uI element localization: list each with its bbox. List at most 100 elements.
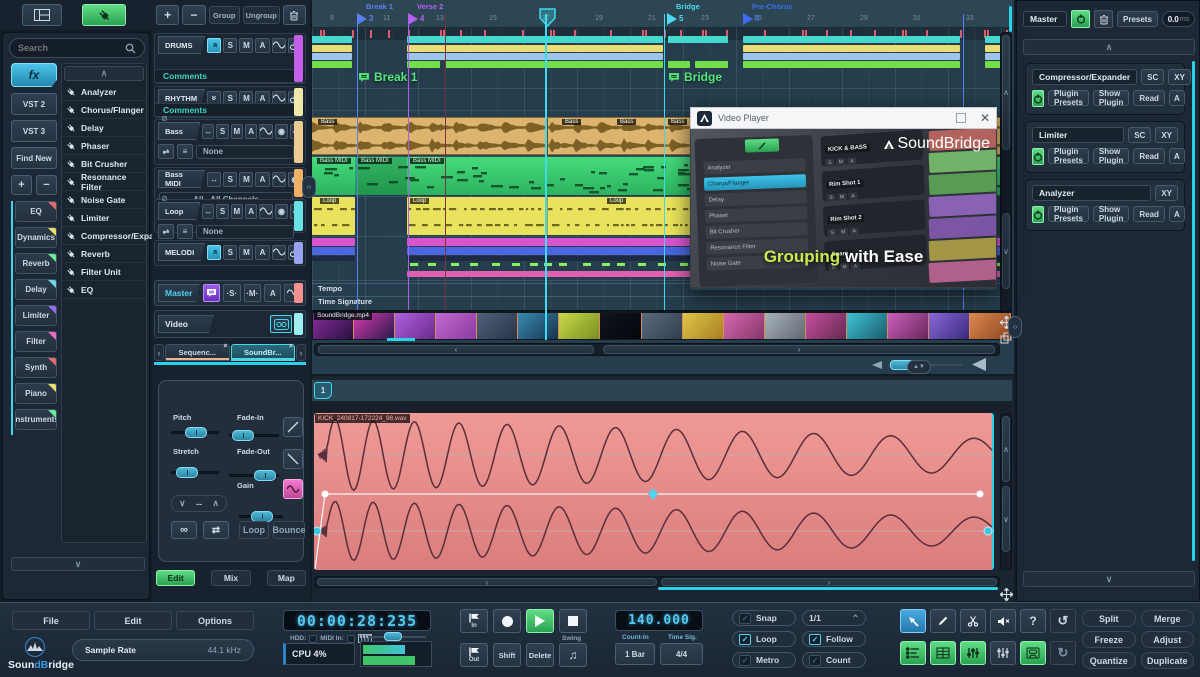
plugin-list-item[interactable]: Limiter [62, 209, 146, 227]
extend-icon[interactable]: ↔ [202, 204, 214, 219]
track-name[interactable]: DRUMS [158, 36, 205, 54]
action-merge[interactable]: Merge [1141, 610, 1195, 627]
plugin-list-item[interactable]: Bit Crusher [62, 155, 146, 173]
video-player-window[interactable]: Video Player ✕ AnalyzerChorus/FlangerDel… [690, 107, 997, 290]
mute-button[interactable]: M [239, 38, 253, 53]
grid-dropdown[interactable]: 1/1⌃ [802, 610, 866, 626]
channel-presets-button[interactable]: Presets [1117, 11, 1158, 27]
time-display[interactable]: 00:00:28:235 [283, 610, 431, 631]
time-sig-value[interactable]: 4/4 [660, 643, 703, 665]
tabs-scroll-right[interactable]: › [296, 344, 306, 361]
timeline-ruler[interactable]: 9111315171921232527293133Break 13Verse 2… [312, 0, 1012, 28]
fx-slot-analyzer[interactable]: AnalyzerXYPlugin PresetsShow PluginReadA [1025, 179, 1185, 231]
ungroup-button[interactable]: Ungroup [243, 6, 280, 24]
editor-hscroll-left[interactable]: ‹ [317, 578, 657, 586]
toggle-loop[interactable]: ✓Loop [732, 631, 796, 647]
track-header-melodi[interactable]: MELODI»SMA [154, 240, 306, 266]
read-automation-button[interactable]: Read [1133, 90, 1165, 106]
browser-button-vst-2[interactable]: VST 2 [11, 93, 57, 115]
fade-in-handle[interactable] [232, 430, 254, 441]
video-thumbnail[interactable] [559, 313, 600, 339]
close-icon[interactable]: ✕ [980, 111, 990, 125]
track-name[interactable]: MELODI [158, 243, 205, 261]
editor-vscrollbar[interactable]: ∧ ∨ [1000, 413, 1012, 570]
stretch-slider-handle[interactable] [176, 467, 198, 478]
redo-button[interactable]: ↻ [1050, 641, 1076, 665]
toggle-snap[interactable]: ✓Snap [732, 610, 796, 626]
plugin-list-item[interactable]: Delay [62, 119, 146, 137]
checkbox-snap[interactable]: ✓ [739, 613, 751, 624]
plugin-power-button[interactable] [1032, 148, 1044, 165]
fade-out-slider[interactable] [229, 474, 279, 477]
tempo-display[interactable]: 140.000 [615, 610, 703, 631]
browser-collapse-button[interactable]: ∨ [11, 557, 145, 571]
audio-clip[interactable]: KICK_240817-172224_98.wav [314, 413, 994, 570]
automation-a-button[interactable]: A [1169, 148, 1185, 164]
clip-segment[interactable] [668, 61, 690, 68]
io-menu-button[interactable]: ≡ [177, 144, 193, 159]
clip-segment[interactable] [445, 61, 663, 68]
curve-icon[interactable] [259, 124, 273, 139]
mute-button[interactable]: M [239, 172, 253, 187]
video-player-content[interactable]: AnalyzerChorus/FlangerDelayPhaserBit Cru… [690, 129, 997, 288]
action-adjust[interactable]: Adjust [1141, 631, 1195, 648]
editor-ruler[interactable]: 1 [312, 380, 1012, 402]
xy-button[interactable]: XY [1155, 127, 1178, 143]
video-thumbnail[interactable] [436, 313, 477, 339]
plugin-presets-button[interactable]: Plugin Presets [1048, 206, 1089, 222]
sample-rate-field[interactable]: Sample Rate 44.1 kHz [72, 639, 254, 661]
editor-vscroll-top[interactable]: ∧ [1002, 416, 1010, 482]
punch-out-button[interactable]: Out [460, 643, 488, 667]
view-tracklist-button[interactable] [900, 641, 926, 665]
group-button[interactable]: Group [209, 6, 240, 24]
clip-segment[interactable] [312, 61, 352, 68]
fx-plugin-name[interactable]: Analyzer [1032, 185, 1151, 201]
xy-button[interactable]: XY [1168, 69, 1191, 85]
read-automation-button[interactable]: Read [1133, 206, 1165, 222]
video-thumbnail[interactable] [477, 313, 518, 339]
channel-power-button[interactable] [1071, 10, 1090, 28]
midi-in-checkbox[interactable] [347, 635, 355, 643]
track-header-bass[interactable]: ⊘Bass↔SMA◉◀⇌≡None [154, 119, 306, 165]
automation-button[interactable]: A [255, 172, 269, 187]
left-divider-handle[interactable]: ‹› [302, 176, 316, 198]
track-name[interactable]: Loop [158, 202, 200, 220]
hscroll-segment-left[interactable]: ‹ [318, 345, 594, 354]
master-track-name[interactable]: Master [158, 284, 200, 302]
clip-segment[interactable] [312, 247, 355, 255]
toggle-metro[interactable]: ✓Metro [732, 652, 796, 668]
clip-segment[interactable] [695, 61, 728, 68]
tool-mute[interactable] [990, 609, 1016, 633]
plugin-list-item[interactable]: Compressor/Expande [62, 227, 146, 245]
plugin-list-item[interactable]: Filter Unit [62, 263, 146, 281]
checkbox-metro[interactable]: ✓ [739, 655, 751, 666]
master-comments-button[interactable] [203, 284, 220, 302]
curve-icon[interactable] [272, 245, 286, 260]
tool-help[interactable]: ? [1020, 609, 1046, 633]
clip-segment[interactable] [312, 45, 352, 52]
tool-pencil[interactable] [930, 609, 956, 633]
fade-out-handle[interactable] [254, 470, 276, 481]
fx-channel-name[interactable]: Master [1023, 11, 1067, 27]
video-thumbnail[interactable] [683, 313, 724, 339]
read-automation-button[interactable]: Read [1133, 148, 1165, 164]
solo-button[interactable]: S [223, 245, 237, 260]
sidechain-button[interactable]: SC [1128, 127, 1151, 143]
video-thumbnail[interactable] [847, 313, 888, 339]
track-header-loop[interactable]: ⊘Loop↔SMA◉◀⇌≡None [154, 199, 306, 233]
solo-button[interactable]: S [216, 204, 228, 219]
gain-slider[interactable] [239, 515, 283, 518]
timeline-marker-flag[interactable] [357, 13, 367, 25]
menu-edit[interactable]: Edit [94, 611, 172, 630]
bounce-button[interactable]: Bounce [273, 521, 305, 539]
add-plugin-button[interactable]: + [11, 175, 32, 195]
track-name[interactable]: Bass [158, 122, 200, 140]
video-thumbnail[interactable] [929, 313, 970, 339]
menu-options[interactable]: Options [176, 611, 254, 630]
zoom-in-icon[interactable] [972, 358, 986, 371]
video-thumbnail[interactable] [642, 313, 683, 339]
sequence-tab[interactable]: Sequenc...× [165, 344, 230, 361]
show-plugin-button[interactable]: Show Plugin [1093, 148, 1129, 164]
timeline-marker-flag[interactable] [408, 13, 418, 25]
plugin-browser-button[interactable] [82, 4, 126, 26]
